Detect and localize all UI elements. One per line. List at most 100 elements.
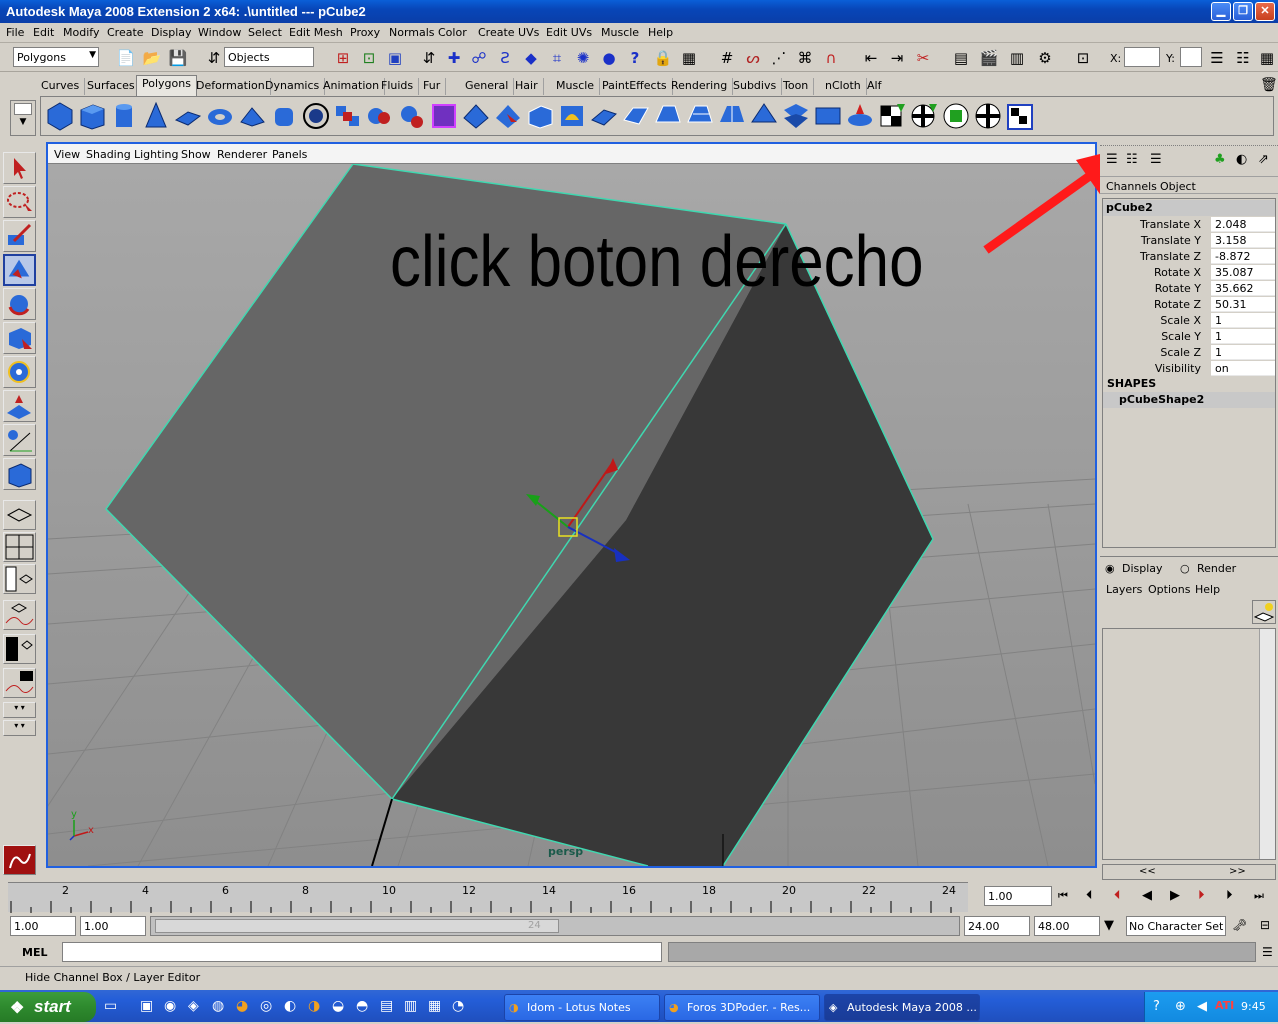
last-tool-used-icon[interactable] <box>3 458 36 490</box>
layers-menu[interactable]: Layers <box>1106 583 1142 596</box>
render-view-icon[interactable]: ▤ <box>950 47 972 69</box>
tool-settings-icon[interactable]: ◐ <box>1236 152 1247 167</box>
bridge-icon[interactable] <box>621 100 651 132</box>
mel-label[interactable]: MEL <box>22 946 47 959</box>
panel-grip[interactable] <box>1100 142 1278 146</box>
soft-modification-tool-icon[interactable] <box>3 390 36 422</box>
rotate-tool-icon[interactable] <box>3 288 36 320</box>
input-box-mode-icon[interactable]: ⊡ <box>1072 47 1094 69</box>
channel-value[interactable]: 50.31 <box>1211 297 1275 312</box>
poly-helix-icon[interactable] <box>301 100 331 132</box>
channel-box-toggle-icon[interactable]: ▦ <box>1256 47 1278 69</box>
channel-value[interactable]: 3.158 <box>1211 233 1275 248</box>
firefox-icon[interactable]: ◕ <box>236 998 248 1014</box>
shelf-tab-polygons[interactable]: Polygons <box>136 75 197 96</box>
layout-menu-button-a[interactable]: ▾ ▾ <box>3 702 36 718</box>
app-icon-b[interactable]: ▦ <box>428 998 441 1014</box>
channel-row-translate-y[interactable]: Translate Y 3.158 <box>1103 233 1275 249</box>
options-menu[interactable]: Options <box>1148 583 1190 596</box>
start-button[interactable]: ❖ start <box>0 992 96 1022</box>
layer-editor-mode-icon[interactable]: ☷ <box>1126 152 1138 167</box>
range-slider-thumb[interactable]: 24 <box>155 919 559 933</box>
shelf-tab-rendering[interactable]: Rendering <box>666 78 734 95</box>
step-forward-key-icon[interactable]: ⏵ <box>1198 888 1205 903</box>
universal-manipulator-icon[interactable] <box>3 356 36 388</box>
open-scene-icon[interactable]: 📂 <box>141 47 163 69</box>
move-tool-icon[interactable] <box>3 254 36 286</box>
extrude-icon[interactable] <box>589 100 619 132</box>
shelf-tab-surfaces[interactable]: Surfaces <box>82 78 141 95</box>
select-by-object-icon[interactable]: ⊡ <box>358 47 380 69</box>
app-icon-w[interactable]: ▤ <box>380 998 393 1014</box>
animation-start-field[interactable] <box>10 916 76 936</box>
shelf-tab-toon[interactable]: Toon <box>778 78 815 95</box>
shelf-tab-dynamics[interactable]: Dynamics <box>260 78 326 95</box>
current-frame-field[interactable] <box>984 886 1052 906</box>
viewport-menu-lighting[interactable]: Lighting <box>134 148 178 161</box>
step-back-frame-icon[interactable]: ⏴ <box>1086 888 1093 903</box>
extract-icon[interactable] <box>397 100 427 132</box>
poly-sphere-icon[interactable] <box>45 100 75 132</box>
uv-texture-editor-icon[interactable] <box>1005 100 1035 132</box>
spherical-mapping-icon[interactable] <box>941 100 971 132</box>
wedge-face-icon[interactable] <box>845 100 875 132</box>
poly-prism-icon[interactable] <box>237 100 267 132</box>
task-firefox[interactable]: ◕ Foros 3DPoder. - Res... <box>664 994 820 1021</box>
insert-edge-loop-icon[interactable] <box>717 100 747 132</box>
cylindrical-mapping-icon[interactable] <box>909 100 939 132</box>
menu-muscle[interactable]: Muscle <box>601 26 639 39</box>
premiere-icon[interactable]: ▣ <box>140 998 153 1014</box>
shelf-tab-alf[interactable]: Alf <box>862 78 886 95</box>
object-name[interactable]: pCube2 <box>1103 200 1275 216</box>
lotus-notes-icon[interactable]: ◑ <box>308 998 320 1014</box>
app-icon-c[interactable]: ◎ <box>260 998 272 1014</box>
play-forwards-icon[interactable]: ▶ <box>1170 888 1180 903</box>
persp-trax-layout-icon[interactable] <box>3 668 36 698</box>
channel-value[interactable]: 35.087 <box>1211 265 1275 280</box>
shelf-tab-subdivs[interactable]: Subdivs <box>728 78 783 95</box>
app-icon-a[interactable]: ▥ <box>404 998 417 1014</box>
volume-tray-icon[interactable]: ◀ <box>1197 999 1207 1014</box>
channel-value[interactable]: 2.048 <box>1211 217 1275 232</box>
select-deformations-icon[interactable]: ⌗ <box>546 47 568 69</box>
save-scene-icon[interactable]: 💾 <box>167 47 189 69</box>
channel-value[interactable]: -8.872 <box>1211 249 1275 264</box>
viewport-menu-show[interactable]: Show <box>181 148 211 161</box>
network-tray-icon[interactable]: ⊕ <box>1175 999 1186 1014</box>
menu-file[interactable]: File <box>6 26 24 39</box>
app-icon-red[interactable]: ◓ <box>356 998 368 1014</box>
shelf-tab-deformation[interactable]: Deformation <box>191 78 271 95</box>
viewport-menu-view[interactable]: View <box>54 148 80 161</box>
booleans-icon[interactable] <box>429 100 459 132</box>
time-slider[interactable]: 2 4 6 8 10 12 14 16 18 20 22 24 <box>8 882 968 913</box>
shelf-tab-ncloth[interactable]: nCloth <box>820 78 867 95</box>
menu-modify[interactable]: Modify <box>63 26 99 39</box>
channel-row-scale-x[interactable]: Scale X 1 <box>1103 313 1275 329</box>
channel-row-rotate-z[interactable]: Rotate Z 50.31 <box>1103 297 1275 313</box>
playback-end-field[interactable] <box>964 916 1030 936</box>
shelf-tab-muscle[interactable]: Muscle <box>551 78 601 95</box>
script-editor-icon[interactable]: ☰ <box>1262 945 1273 959</box>
split-polygon-icon[interactable] <box>685 100 715 132</box>
app-icon-ball[interactable]: ◔ <box>452 998 464 1014</box>
help-menu[interactable]: Help <box>1195 583 1220 596</box>
maximize-button[interactable]: ❐ <box>1233 2 1253 21</box>
animation-end-field[interactable] <box>1034 916 1100 936</box>
app-icon-g[interactable]: ◍ <box>212 998 224 1014</box>
select-tool-icon[interactable] <box>3 152 36 184</box>
shelf-tab-hair[interactable]: Hair <box>510 78 544 95</box>
append-polygon-icon[interactable] <box>653 100 683 132</box>
mask-icon[interactable]: ⇵ <box>418 47 440 69</box>
lasso-tool-icon[interactable] <box>3 186 36 218</box>
snap-curve-icon[interactable]: ᔕ <box>742 47 764 69</box>
scale-tool-icon[interactable] <box>3 322 36 354</box>
ie-icon[interactable]: ◉ <box>164 998 176 1014</box>
menu-proxy[interactable]: Proxy <box>350 26 380 39</box>
step-back-key-icon[interactable]: ⏴ <box>1114 888 1121 903</box>
menu-edit-uvs[interactable]: Edit UVs <box>546 26 592 39</box>
poly-pipe-icon[interactable] <box>269 100 299 132</box>
channel-layer-mode-icon[interactable]: ☰ <box>1150 152 1162 167</box>
viewport-menu-shading[interactable]: Shading <box>86 148 131 161</box>
show-desktop-icon[interactable]: ▭ <box>104 998 117 1014</box>
selection-mode-icon[interactable]: ⇵ <box>203 47 225 69</box>
